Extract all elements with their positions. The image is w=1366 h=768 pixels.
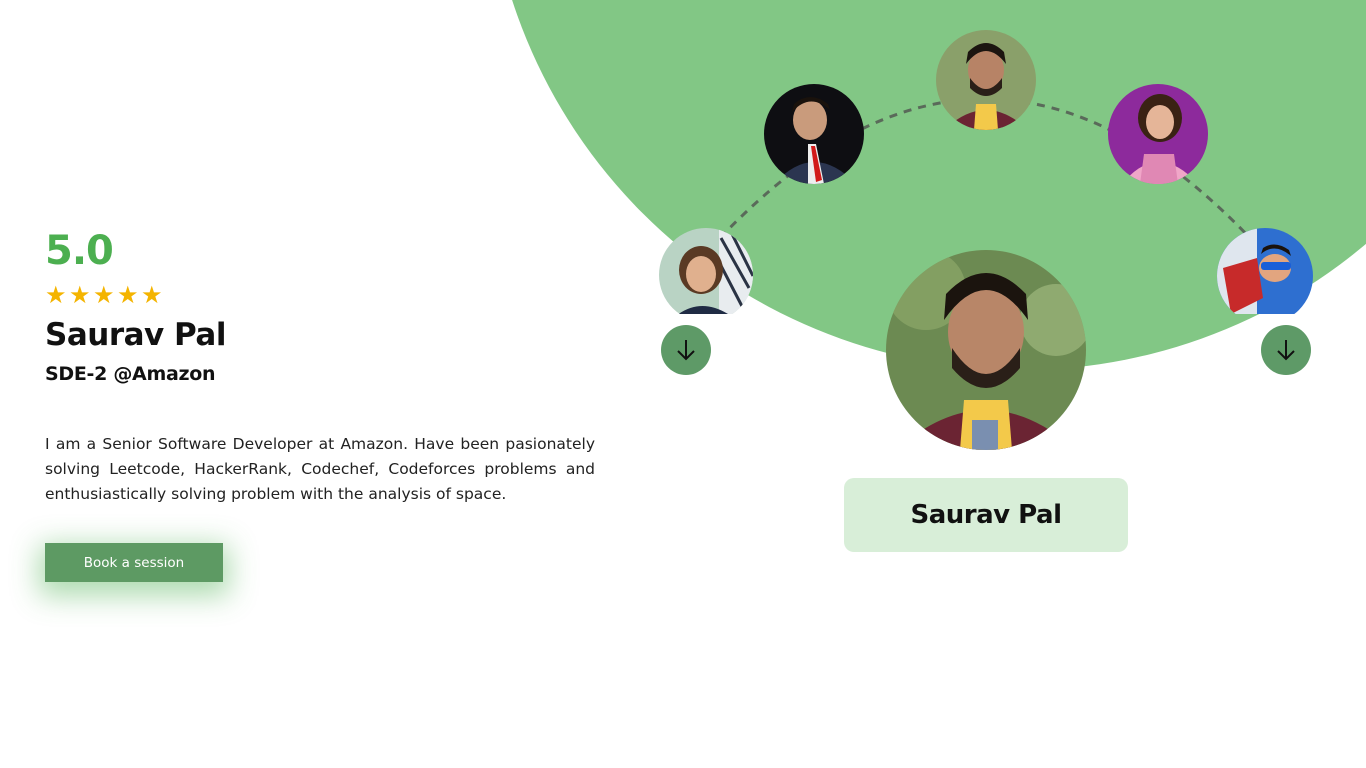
mentor-role: SDE-2 @Amazon — [45, 363, 216, 385]
star-icon: ★ — [117, 281, 139, 309]
rating-value: 5.0 — [45, 228, 114, 274]
selected-mentor-photo — [886, 250, 1086, 450]
mentor-avatar-5[interactable] — [1217, 228, 1313, 314]
mentor-profile-page: Saurav Pal 5.0 ★ ★ ★ ★ ★ Saurav Pal SDE-… — [0, 0, 1366, 768]
carousel-prev-button[interactable] — [661, 325, 711, 375]
mentor-avatar-4[interactable] — [1108, 84, 1208, 184]
mentor-avatar-3[interactable] — [936, 30, 1036, 130]
selected-mentor-name: Saurav Pal — [910, 500, 1062, 530]
star-icon: ★ — [141, 281, 163, 309]
carousel-next-button[interactable] — [1261, 325, 1311, 375]
rating-stars: ★ ★ ★ ★ ★ — [45, 281, 163, 309]
star-icon: ★ — [93, 281, 115, 309]
arrow-down-icon — [1277, 340, 1295, 361]
star-icon: ★ — [69, 281, 91, 309]
book-session-button[interactable]: Book a session — [45, 543, 223, 582]
mentor-name: Saurav Pal — [45, 317, 226, 353]
selected-mentor-card: Saurav Pal — [844, 478, 1128, 552]
star-icon: ★ — [45, 281, 67, 309]
mentor-avatar-2[interactable] — [764, 84, 864, 184]
mentor-avatar-1[interactable] — [659, 228, 753, 314]
mentor-bio: I am a Senior Software Developer at Amaz… — [45, 435, 595, 503]
arrow-down-icon — [677, 340, 695, 361]
